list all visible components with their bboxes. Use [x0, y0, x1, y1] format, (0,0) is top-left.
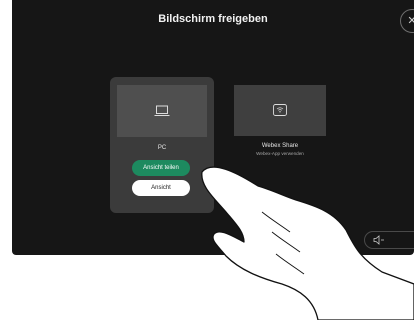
source-label-pc: PC [157, 145, 167, 151]
volume-control [364, 231, 414, 249]
close-button[interactable]: ✕ [400, 9, 414, 33]
wireless-share-icon [273, 104, 287, 116]
webex-share-preview [234, 85, 326, 136]
source-card-webex-share[interactable]: Webex Share Webex-App verwenden [234, 85, 326, 170]
source-card-pc[interactable]: PC Ansicht teilen Ansicht [110, 77, 214, 213]
volume-down-icon[interactable] [373, 235, 385, 245]
laptop-icon [154, 105, 170, 116]
source-label-webex-share: Webex Share [261, 143, 299, 149]
view-button[interactable]: Ansicht [132, 180, 190, 196]
share-view-button[interactable]: Ansicht teilen [132, 160, 190, 176]
close-icon: ✕ [407, 15, 414, 27]
source-sublabel-webex-share: Webex-App verwenden [256, 151, 304, 156]
page-title: Bildschirm freigeben [158, 13, 268, 25]
touch-panel-screen: Bildschirm freigeben ✕ PC Ansicht teilen… [12, 0, 414, 255]
pc-preview [117, 85, 207, 137]
